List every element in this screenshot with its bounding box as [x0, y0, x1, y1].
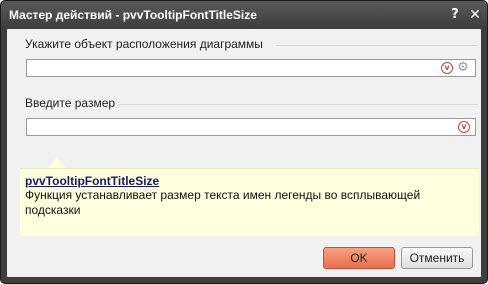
ok-button[interactable]: OK [323, 247, 395, 269]
tooltip-title: pvvTooltipFontTitleSize [25, 174, 160, 188]
variable-icon[interactable]: v [458, 121, 470, 133]
action-wizard-dialog: Мастер действий - pvvTooltipFontTitleSiz… [0, 0, 488, 284]
close-icon[interactable]: ✕ [467, 7, 483, 23]
group-divider [118, 104, 478, 105]
tooltip-panel: pvvTooltipFontTitleSize Функция устанавл… [20, 168, 479, 236]
dialog-content: Укажите объект расположения диаграммы v … [7, 29, 481, 277]
window-title: Мастер действий - pvvTooltipFontTitleSiz… [9, 8, 257, 22]
variable-icon[interactable]: v [441, 62, 453, 74]
chart-location-input[interactable]: v ⚙ [26, 59, 476, 77]
chart-location-label: Укажите объект расположения диаграммы [25, 37, 263, 51]
group-divider [276, 45, 478, 46]
title-bar[interactable]: Мастер действий - pvvTooltipFontTitleSiz… [1, 1, 487, 29]
size-label: Введите размер [25, 96, 116, 110]
gear-icon[interactable]: ⚙ [456, 61, 470, 75]
help-icon[interactable]: ? [447, 7, 463, 23]
size-input[interactable]: v [26, 118, 476, 136]
cancel-button[interactable]: Отменить [401, 247, 473, 269]
tooltip-description: Функция устанавливает размер текста имен… [25, 188, 421, 217]
